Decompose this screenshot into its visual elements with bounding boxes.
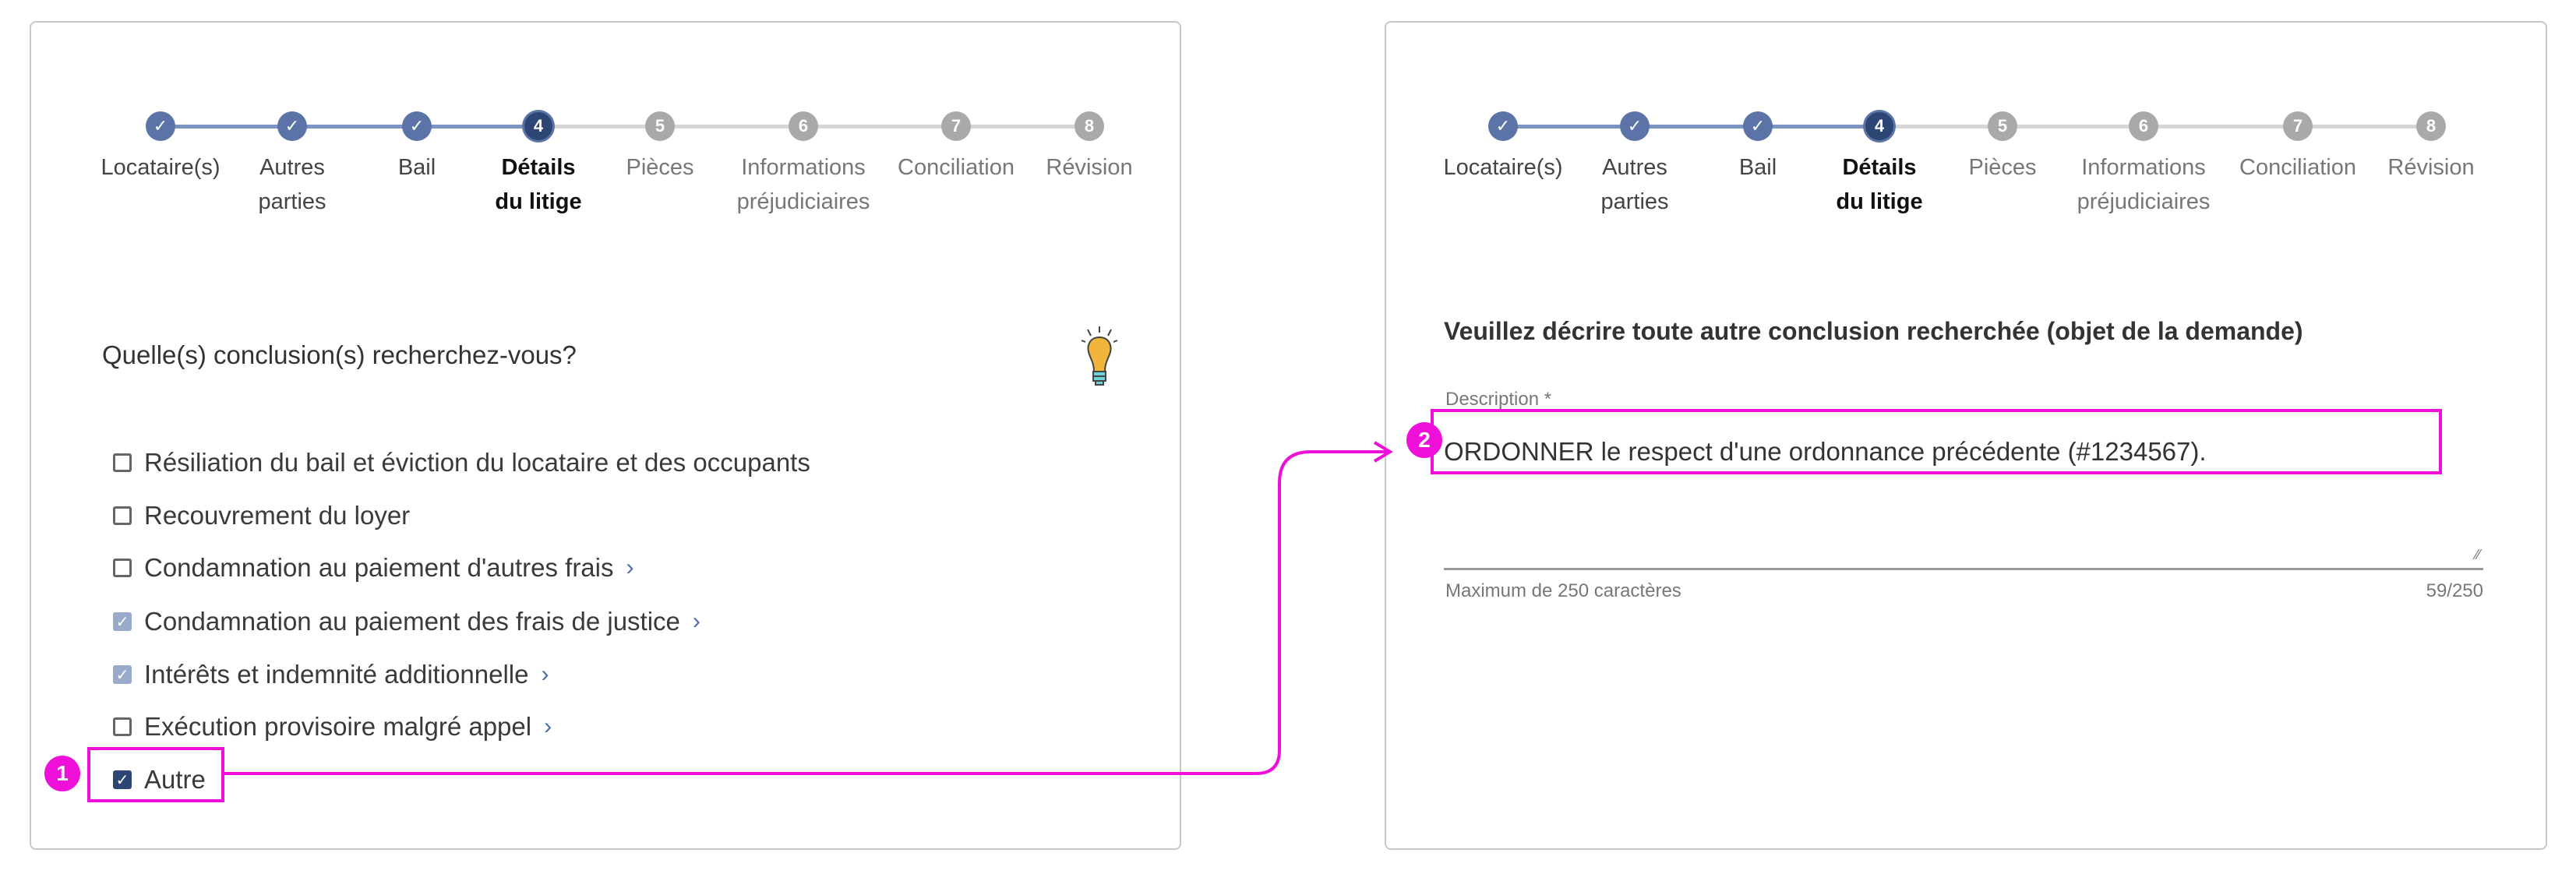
- connector-arrow: [224, 441, 1393, 775]
